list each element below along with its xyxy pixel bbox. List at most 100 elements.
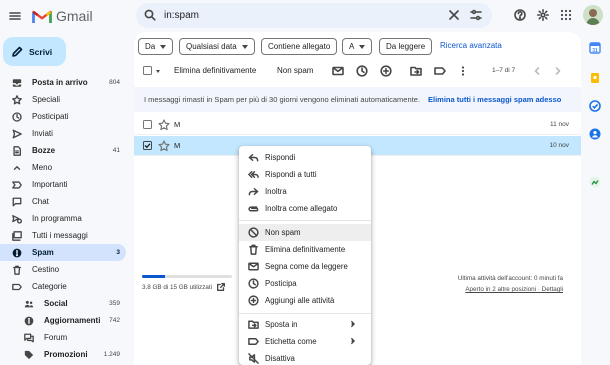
label-icon (248, 338, 259, 345)
row-checkbox[interactable] (143, 141, 152, 150)
label-icon (12, 283, 22, 290)
sidebar-item-drafts[interactable]: Bozze 41 (0, 142, 126, 159)
menu-item-add-to-tasks[interactable]: Aggiungi alle attività (239, 292, 371, 309)
sidebar-item-promotions[interactable]: Promozioni 1.249 (0, 346, 126, 363)
search-bar[interactable] (136, 3, 492, 28)
filter-any-time[interactable]: Qualsiasi data (179, 38, 255, 55)
calendar-icon[interactable]: 31 (589, 42, 601, 54)
sidebar-item-all-mail[interactable]: Tutti i messaggi (0, 227, 126, 244)
menu-item-label: Disattiva (265, 354, 295, 363)
menu-item-label: Segna come da leggere (265, 262, 348, 271)
menu-item-forward[interactable]: Inoltra (239, 183, 371, 200)
menu-item-label: Sposta in (265, 320, 298, 329)
table-row[interactable]: M 11 nov (134, 115, 581, 135)
reply-all-icon (248, 171, 259, 178)
inbox-icon (12, 78, 22, 87)
add-task-icon[interactable] (380, 65, 392, 77)
menu-item-label: Etichetta come (265, 337, 317, 346)
gmail-m-icon (32, 10, 52, 23)
mark-unread-icon[interactable] (332, 65, 344, 77)
app-name: Gmail (56, 8, 93, 24)
menu-item-move-to[interactable]: Sposta in (239, 316, 371, 333)
mark-unread-icon (248, 262, 259, 271)
add-task-icon (248, 295, 259, 306)
menu-item-mark-unread[interactable]: Segna come da leggere (239, 258, 371, 275)
search-icon[interactable] (144, 9, 156, 21)
menu-divider (239, 220, 371, 221)
sidebar-item-label: Tutti i messaggi (32, 231, 88, 240)
gear-icon[interactable] (537, 9, 549, 21)
sidebar-item-spam[interactable]: Spam 3 (0, 244, 126, 261)
gmail-logo[interactable]: Gmail (32, 7, 93, 25)
clock-icon[interactable] (356, 65, 368, 77)
sidebar-item-count: 3 (116, 249, 120, 256)
search-options-icon[interactable] (470, 9, 482, 21)
sidebar-item-updates[interactable]: Aggiornamenti 742 (0, 312, 126, 329)
sidebar-item-trash[interactable]: Cestino (0, 261, 126, 278)
sidebar-item-label: Bozze (32, 146, 56, 155)
menu-item-delete-forever[interactable]: Elimina definitivamente (239, 241, 371, 258)
chevron-right-icon (351, 320, 355, 328)
menu-item-mute[interactable]: Disattiva (239, 350, 371, 365)
filter-unread[interactable]: Da leggere (379, 38, 433, 55)
select-dropdown-icon[interactable] (156, 70, 160, 73)
move-to-icon[interactable] (410, 65, 422, 77)
filter-to[interactable]: A (342, 38, 373, 55)
move-icon (248, 320, 259, 329)
sidebar-item-less[interactable]: Meno (0, 159, 126, 176)
chevron-left-icon[interactable] (531, 65, 543, 77)
menu-item-snooze[interactable]: Posticipa (239, 275, 371, 292)
select-all-checkbox[interactable] (143, 66, 152, 75)
details-link[interactable]: Aperto in 2 altre posizioni · Dettagli (458, 284, 563, 295)
help-icon[interactable] (514, 9, 526, 21)
people-icon (24, 300, 34, 307)
sidebar-item-starred[interactable]: Speciali (0, 91, 126, 108)
not-spam-button[interactable]: Non spam (277, 60, 313, 82)
advanced-search-link[interactable]: Ricerca avanzata (440, 41, 502, 50)
filter-has-attachment[interactable]: Contiene allegato (261, 38, 338, 55)
label-icon[interactable] (434, 65, 446, 77)
menu-item-label: Posticipa (265, 279, 297, 288)
compose-button[interactable]: Scrivi (3, 37, 66, 66)
menu-item-label-as[interactable]: Etichetta come (239, 333, 371, 350)
sidebar-item-sent[interactable]: Inviati (0, 125, 126, 142)
send-icon (12, 129, 22, 138)
more-vert-icon[interactable] (457, 65, 469, 77)
main-menu-button[interactable] (6, 7, 24, 25)
row-date: 11 nov (549, 121, 569, 128)
menu-item-reply-all[interactable]: Rispondi a tutti (239, 166, 371, 183)
spam-banner: I messaggi rimasti in Spam per più di 30… (134, 87, 581, 112)
row-sender: M (174, 141, 181, 150)
menu-item-forward-as-attachment[interactable]: Inoltra come allegato (239, 200, 371, 217)
sidebar-item-chat[interactable]: Chat (0, 193, 126, 210)
tasks-icon[interactable] (589, 100, 601, 112)
star-icon[interactable] (158, 119, 170, 131)
close-icon[interactable] (448, 9, 460, 21)
filter-from[interactable]: Da (138, 38, 174, 55)
addon-icon[interactable] (589, 176, 601, 188)
sidebar-item-forums[interactable]: Forum (0, 329, 126, 346)
sidebar-item-important[interactable]: Importanti (0, 176, 126, 193)
delete-forever-button[interactable]: Elimina definitivamente (174, 60, 256, 82)
sidebar-item-snoozed[interactable]: Posticipati (0, 108, 126, 125)
sidebar-item-categories[interactable]: Categorie (0, 278, 126, 295)
contacts-icon[interactable] (589, 128, 601, 140)
search-input[interactable] (164, 3, 434, 28)
sidebar-item-social[interactable]: Social 359 (0, 295, 126, 312)
sidebar-item-label: Aggiornamenti (44, 316, 101, 325)
filter-has-attachment-label: Contiene allegato (268, 42, 331, 51)
sidebar-item-inbox[interactable]: Posta in arrivo 804 (0, 74, 126, 91)
avatar[interactable] (583, 5, 603, 25)
sidebar-item-scheduled[interactable]: In programma (0, 210, 126, 227)
star-icon[interactable] (158, 140, 170, 152)
apps-grid-icon[interactable] (560, 9, 572, 21)
info-icon (24, 316, 34, 325)
menu-item-reply[interactable]: Rispondi (239, 149, 371, 166)
sidebar-item-label: Importanti (32, 180, 68, 189)
keep-icon[interactable] (589, 72, 601, 84)
row-checkbox[interactable] (143, 120, 152, 129)
menu-item-not-spam[interactable]: Non spam (239, 224, 371, 241)
delete-all-spam-link[interactable]: Elimina tutti i messaggi spam adesso (428, 95, 561, 104)
chevron-right-icon[interactable] (552, 65, 564, 77)
external-link-icon[interactable] (216, 282, 226, 292)
